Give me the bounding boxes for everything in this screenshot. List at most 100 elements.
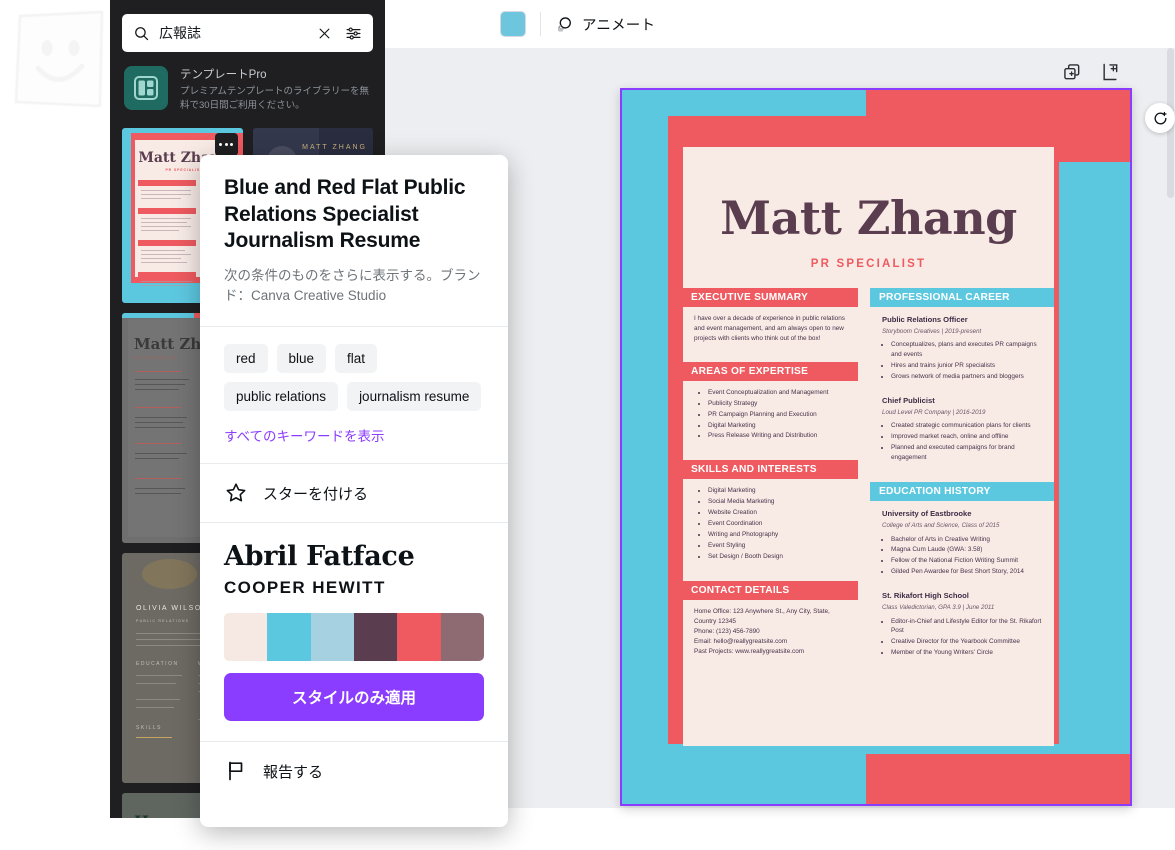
palette-swatch[interactable] — [397, 613, 441, 662]
list-item: Conceptualizes, plans and executes PR ca… — [891, 340, 1044, 360]
list-item: Bachelor of Arts in Creative Writing — [891, 535, 1044, 545]
entry-meta: Class Valedictorian, GPA 3.9 | June 2011 — [882, 603, 995, 611]
list-item: Event Styling — [708, 541, 848, 551]
list-item: Creative Director for the Yearbook Commi… — [891, 637, 1044, 647]
section-heading: CONTACT DETAILS — [682, 580, 858, 600]
section-paragraph: Home Office: 123 Anywhere St., Any City,… — [694, 607, 830, 655]
resume-design[interactable]: Matt Zhang PR SPECIALIST EXECUTIVE SUMMA… — [622, 90, 1130, 804]
star-template-button[interactable]: スターを付ける — [200, 464, 508, 522]
keyword-tag-list: red blue flat public relations journalis… — [200, 327, 508, 417]
add-page-icon[interactable] — [1100, 62, 1120, 82]
show-all-keywords-link[interactable]: すべてのキーワードを表示 — [200, 417, 508, 463]
duplicate-page-icon[interactable] — [1062, 62, 1082, 82]
keyword-tag[interactable]: flat — [335, 344, 378, 374]
search-row: 広報誌 — [110, 0, 385, 62]
section-heading: EDUCATION HISTORY — [870, 482, 1054, 502]
star-icon — [226, 483, 246, 502]
refresh-template-icon — [1154, 111, 1167, 124]
palette-swatch[interactable] — [224, 613, 268, 662]
canva-pro-icon — [124, 66, 168, 110]
section-heading: EXECUTIVE SUMMARY — [682, 288, 858, 307]
section-body: Event Conceptualization and ManagementPu… — [683, 388, 858, 442]
keyword-tag[interactable]: public relations — [224, 382, 339, 412]
list-item: Set Design / Booth Design — [708, 552, 848, 562]
list-item: Hires and trains junior PR specialists — [891, 361, 1044, 371]
color-palette — [224, 613, 484, 662]
section-body: Home Office: 123 Anywhere St., Any City,… — [683, 607, 858, 657]
keyword-tag[interactable]: journalism resume — [347, 382, 482, 412]
template-detail-popup: Blue and Red Flat Public Relations Speci… — [200, 155, 508, 827]
resume-left-column: EXECUTIVE SUMMARY I have over a decade o… — [682, 288, 858, 657]
filter-icon[interactable] — [345, 25, 362, 42]
palette-swatch[interactable] — [267, 613, 311, 662]
promo-text: テンプレートPro プレミアムテンプレートのライブラリーを無料で30日間ご利用く… — [180, 66, 371, 114]
keyword-tag[interactable]: red — [224, 344, 268, 374]
section-body: Digital MarketingSocial Media MarketingW… — [683, 486, 858, 561]
keyword-tag[interactable]: blue — [276, 344, 327, 374]
list-item: Press Release Writing and Distribution — [708, 431, 848, 441]
entry-meta: Storyboom Creatives | 2019-present — [882, 327, 982, 335]
refresh-template-button[interactable] — [1145, 103, 1175, 133]
page-tools — [1062, 62, 1120, 82]
palette-swatch[interactable] — [440, 613, 484, 662]
resume-right-column: PROFESSIONAL CAREER Public Relations Off… — [870, 288, 1054, 659]
list-item: Planned and executed campaigns for brand… — [891, 443, 1044, 463]
list-item: PR Campaign Planning and Execution — [708, 410, 848, 420]
resume-role: PR SPECIALIST — [810, 258, 927, 270]
palette-swatch[interactable] — [310, 613, 354, 662]
list-item: Digital Marketing — [708, 421, 848, 431]
apply-style-button[interactable]: スタイルのみ適用 — [224, 673, 484, 722]
list-item: Grows network of media partners and blog… — [891, 372, 1044, 382]
thumbnail-role: PR SPECIALIST — [135, 354, 178, 360]
flag-icon — [229, 762, 243, 781]
entry-title: University of Eastbrooke — [882, 509, 972, 519]
more-options-icon[interactable] — [214, 132, 238, 156]
list-item: Publicity Strategy — [708, 399, 848, 409]
list-item: Created strategic communication plans fo… — [891, 421, 1044, 431]
list-item: Member of the Young Writers' Circle — [891, 648, 1044, 658]
list-item: Improved market reach, online and offlin… — [891, 432, 1044, 442]
entry-meta: Loud Level PR Company | 2016-2019 — [882, 408, 986, 416]
section-paragraph: I have over a decade of experience in pu… — [694, 315, 845, 342]
list-item: Editor-in-Chief and Lifestyle Editor for… — [891, 617, 1044, 637]
list-item: Magna Cum Laude (GWA: 3.58) — [891, 545, 1044, 555]
animate-button[interactable]: アニメート — [555, 14, 655, 35]
section-heading: SKILLS AND INTERESTS — [682, 460, 858, 480]
section-body: University of Eastbrooke College of Arts… — [871, 508, 1054, 658]
section-body: Public Relations Officer Storyboom Creat… — [871, 314, 1054, 463]
canvas-scrollbar[interactable] — [1166, 48, 1175, 808]
search-input[interactable]: 広報誌 — [122, 14, 373, 52]
promo-title: テンプレートPro — [180, 69, 267, 81]
close-icon[interactable] — [317, 26, 332, 41]
entry-title: St. Rikafort High School — [882, 591, 969, 601]
list-item: Social Media Marketing — [708, 497, 848, 507]
list-item: Gilded Pen Awardee for Best Short Story,… — [891, 567, 1044, 577]
editor-toolbar: アニメート — [385, 0, 1175, 48]
list-item: Digital Marketing — [708, 486, 848, 496]
entry-meta: College of Arts and Science, Class of 20… — [882, 521, 1000, 529]
style-preview: Abril Fatface COOPER HEWITT スタイルのみ適用 — [200, 523, 508, 741]
entry-title: Public Relations Officer — [882, 315, 968, 324]
list-item: Website Creation — [708, 508, 848, 518]
pro-promo-banner[interactable]: テンプレートPro プレミアムテンプレートのライブラリーを無料で30日間ご利用く… — [110, 62, 385, 128]
section-list: Event Conceptualization and ManagementPu… — [699, 388, 848, 442]
report-button[interactable]: 報告する — [200, 742, 508, 800]
heading-font-name: Abril Fatface — [224, 541, 415, 573]
section-heading: AREAS OF EXPERTISE — [682, 361, 858, 381]
entry-list: Conceptualizes, plans and executes PR ca… — [882, 340, 1044, 382]
design-cyan-right-block — [1059, 162, 1130, 760]
page-color-swatch[interactable] — [500, 11, 526, 37]
list-item: Fellow of the National Fiction Writing S… — [891, 556, 1044, 566]
section-heading: PROFESSIONAL CAREER — [870, 288, 1054, 307]
popup-header: Blue and Red Flat Public Relations Speci… — [200, 155, 508, 326]
palette-swatch[interactable] — [353, 613, 398, 662]
search-icon — [135, 26, 149, 40]
section-body: I have over a decade of experience in pu… — [683, 314, 858, 344]
design-red-bottom-block — [866, 754, 1130, 804]
entry-list: Created strategic communication plans fo… — [882, 421, 1044, 463]
section-list: Digital MarketingSocial Media MarketingW… — [699, 486, 848, 561]
